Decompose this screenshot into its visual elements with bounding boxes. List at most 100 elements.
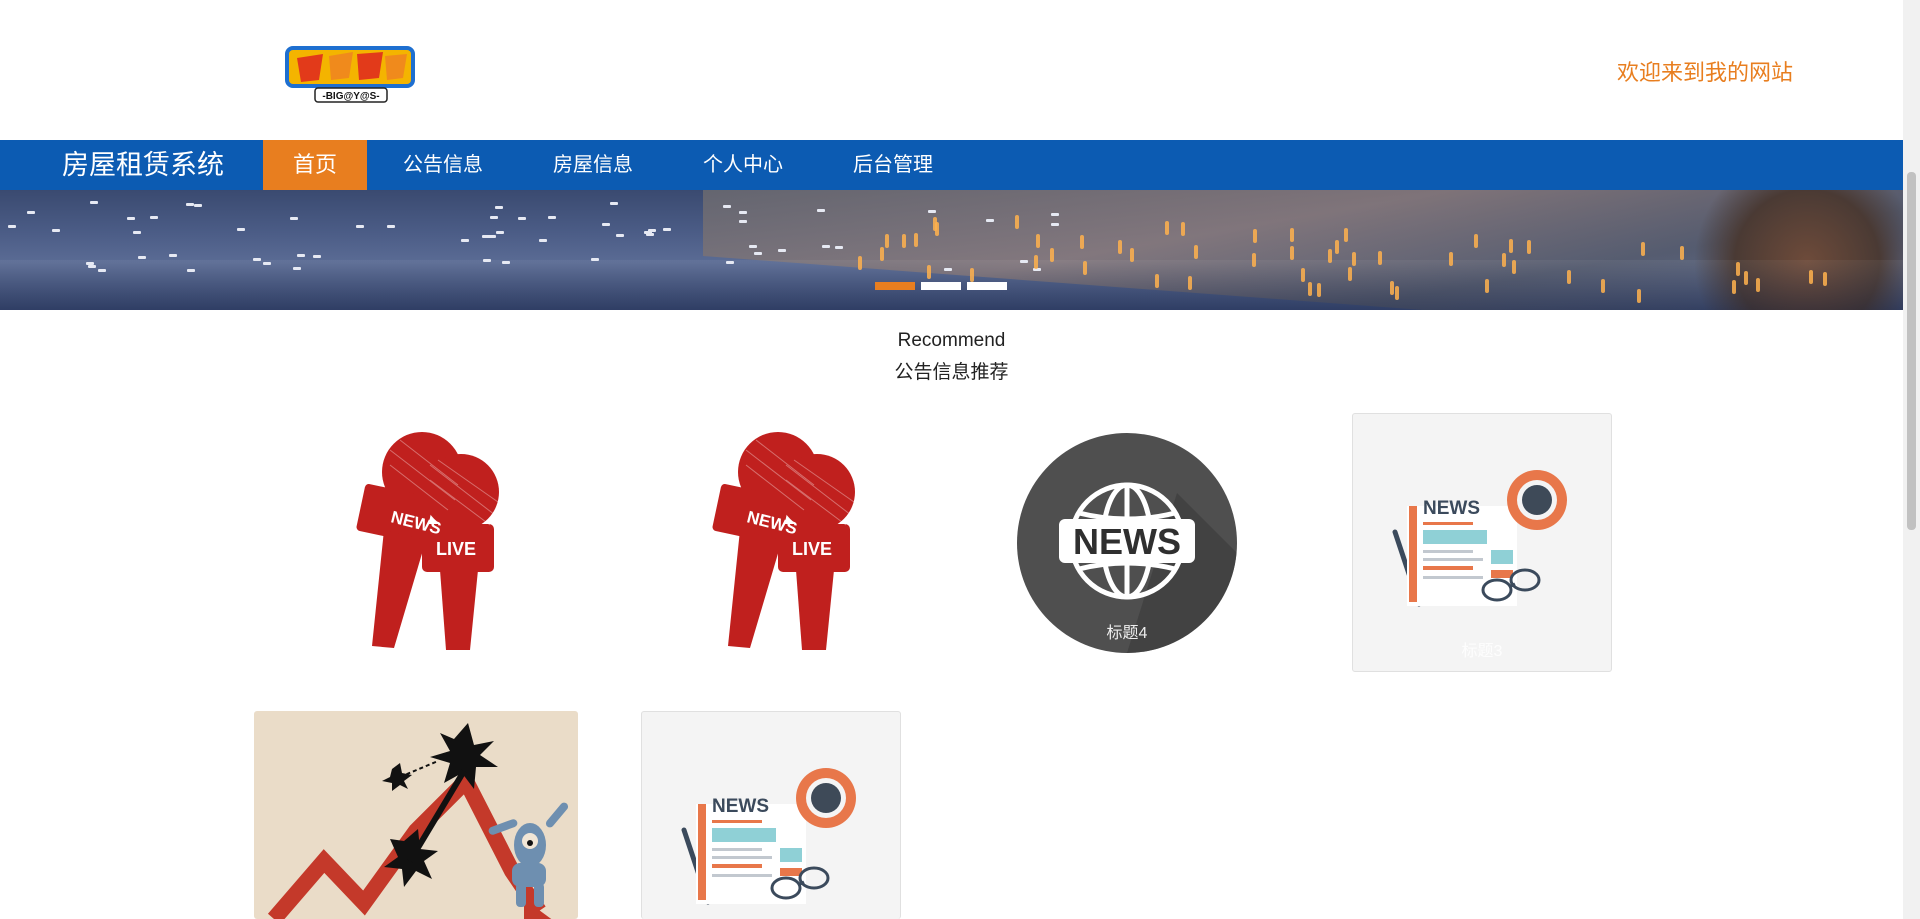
banner-light — [1485, 279, 1489, 293]
banner-light — [1527, 240, 1531, 254]
banner-light — [1155, 274, 1159, 288]
banner-light — [1756, 278, 1760, 292]
banner-boat — [739, 220, 747, 223]
announcement-card-5[interactable] — [254, 711, 578, 919]
banner-light — [1509, 239, 1513, 253]
banner-boat — [610, 202, 618, 205]
banner-carousel[interactable] — [0, 190, 1903, 310]
banner-boat — [495, 206, 503, 209]
scrollbar-thumb[interactable] — [1907, 172, 1916, 530]
banner-light — [914, 233, 918, 247]
svg-text:NEWS: NEWS — [712, 796, 769, 817]
banner-light — [1378, 251, 1382, 265]
banner-light — [1290, 246, 1294, 260]
banner-light — [1050, 248, 1054, 262]
banner-light — [935, 222, 939, 236]
banner-light — [1080, 235, 1084, 249]
section-title-cn: 公告信息推荐 — [894, 362, 1009, 383]
site-brand[interactable]: 房屋租赁系统 — [62, 140, 224, 190]
svg-text:NEWS: NEWS — [1423, 498, 1480, 519]
banner-light — [1253, 229, 1257, 243]
banner-light — [858, 256, 862, 270]
banner-light — [902, 234, 906, 248]
banner-boat — [483, 259, 491, 262]
banner-boat — [237, 228, 245, 231]
banner-boat — [186, 203, 194, 206]
announcement-card-2[interactable]: NEWS LIVE — [686, 420, 866, 660]
announcement-card-6[interactable]: NEWS — [641, 711, 901, 919]
banner-boat — [169, 254, 177, 257]
banner-boat — [539, 239, 547, 242]
banner-light — [1083, 261, 1087, 275]
banner-boat — [778, 249, 786, 252]
banner-boat — [27, 211, 35, 214]
banner-light — [1474, 234, 1478, 248]
banner-boat — [187, 269, 195, 272]
banner-boat — [297, 254, 305, 257]
welcome-text: 欢迎来到我的网站 — [1616, 60, 1793, 85]
banner-boat — [739, 211, 747, 214]
banner-light — [1512, 260, 1516, 274]
main-navbar: 房屋租赁系统 首页 公告信息 房屋信息 个人中心 后台管理 — [0, 140, 1903, 190]
banner-light — [880, 247, 884, 261]
banner-light — [1036, 234, 1040, 248]
banner-light — [1744, 271, 1748, 285]
banner-boat — [52, 229, 60, 232]
carousel-dot-1[interactable] — [875, 282, 915, 290]
banner-boat — [835, 246, 843, 249]
carousel-dot-3[interactable] — [967, 282, 1007, 290]
banner-light — [1317, 283, 1321, 297]
banner-boat — [194, 204, 202, 207]
banner-boat — [726, 261, 734, 264]
banner-light — [1301, 268, 1305, 282]
svg-text:-BIG@Y@S-: -BIG@Y@S- — [322, 91, 379, 102]
banner-light — [1637, 289, 1641, 303]
nav-item-houses[interactable]: 房屋信息 — [523, 140, 663, 190]
announcement-card-1[interactable]: NEWS LIVE — [330, 420, 510, 660]
banner-boat — [293, 267, 301, 270]
site-logo[interactable]: -BIG@Y@S- — [283, 40, 418, 106]
banner-boat — [253, 258, 261, 261]
banner-light — [1352, 252, 1356, 266]
banner-boat — [749, 245, 757, 248]
banner-boat — [490, 216, 498, 219]
announcement-card-3[interactable]: NEWS 标题4 — [1017, 433, 1237, 653]
nav-item-admin[interactable]: 后台管理 — [823, 140, 963, 190]
banner-light — [1732, 280, 1736, 294]
banner-boat — [482, 235, 490, 238]
banner-boat — [461, 239, 469, 242]
banner-boat — [1051, 223, 1059, 226]
banner-light — [1809, 270, 1813, 284]
newspaper-coffee-image: NEWS — [681, 768, 856, 905]
banner-boat — [817, 209, 825, 212]
svg-text:LIVE: LIVE — [792, 539, 832, 559]
card-caption: 标题3 — [1461, 643, 1503, 660]
banner-boat — [1020, 260, 1028, 263]
banner-boat — [356, 225, 364, 228]
banner-light — [1502, 253, 1506, 267]
banner-light — [1348, 267, 1352, 281]
announcement-card-4[interactable]: NEWS 标题3 — [1352, 413, 1612, 672]
carousel-indicators — [875, 282, 1007, 290]
banner-boat — [150, 216, 158, 219]
banner-boat — [290, 217, 298, 220]
banner-boat — [822, 245, 830, 248]
banner-boat — [754, 252, 762, 255]
banner-boat — [98, 269, 106, 272]
banner-boat — [313, 255, 321, 258]
nav-item-announcements[interactable]: 公告信息 — [373, 140, 513, 190]
page: -BIG@Y@S- 欢迎来到我的网站 房屋租赁系统 首页 公告信息 房屋信息 个… — [0, 0, 1903, 919]
banner-boat — [548, 216, 556, 219]
card-caption: 标题4 — [1106, 625, 1148, 642]
banner-light — [1823, 272, 1827, 286]
banner-light — [1567, 270, 1571, 284]
nav-item-personal-center[interactable]: 个人中心 — [673, 140, 813, 190]
banner-boat — [928, 210, 936, 213]
page-scrollbar[interactable] — [1903, 0, 1920, 919]
banner-light — [1344, 228, 1348, 242]
svg-text:LIVE: LIVE — [436, 539, 476, 559]
nav-item-home[interactable]: 首页 — [263, 140, 368, 190]
banner-boat — [1051, 213, 1059, 216]
carousel-dot-2[interactable] — [921, 282, 961, 290]
banner-light — [1736, 262, 1740, 276]
